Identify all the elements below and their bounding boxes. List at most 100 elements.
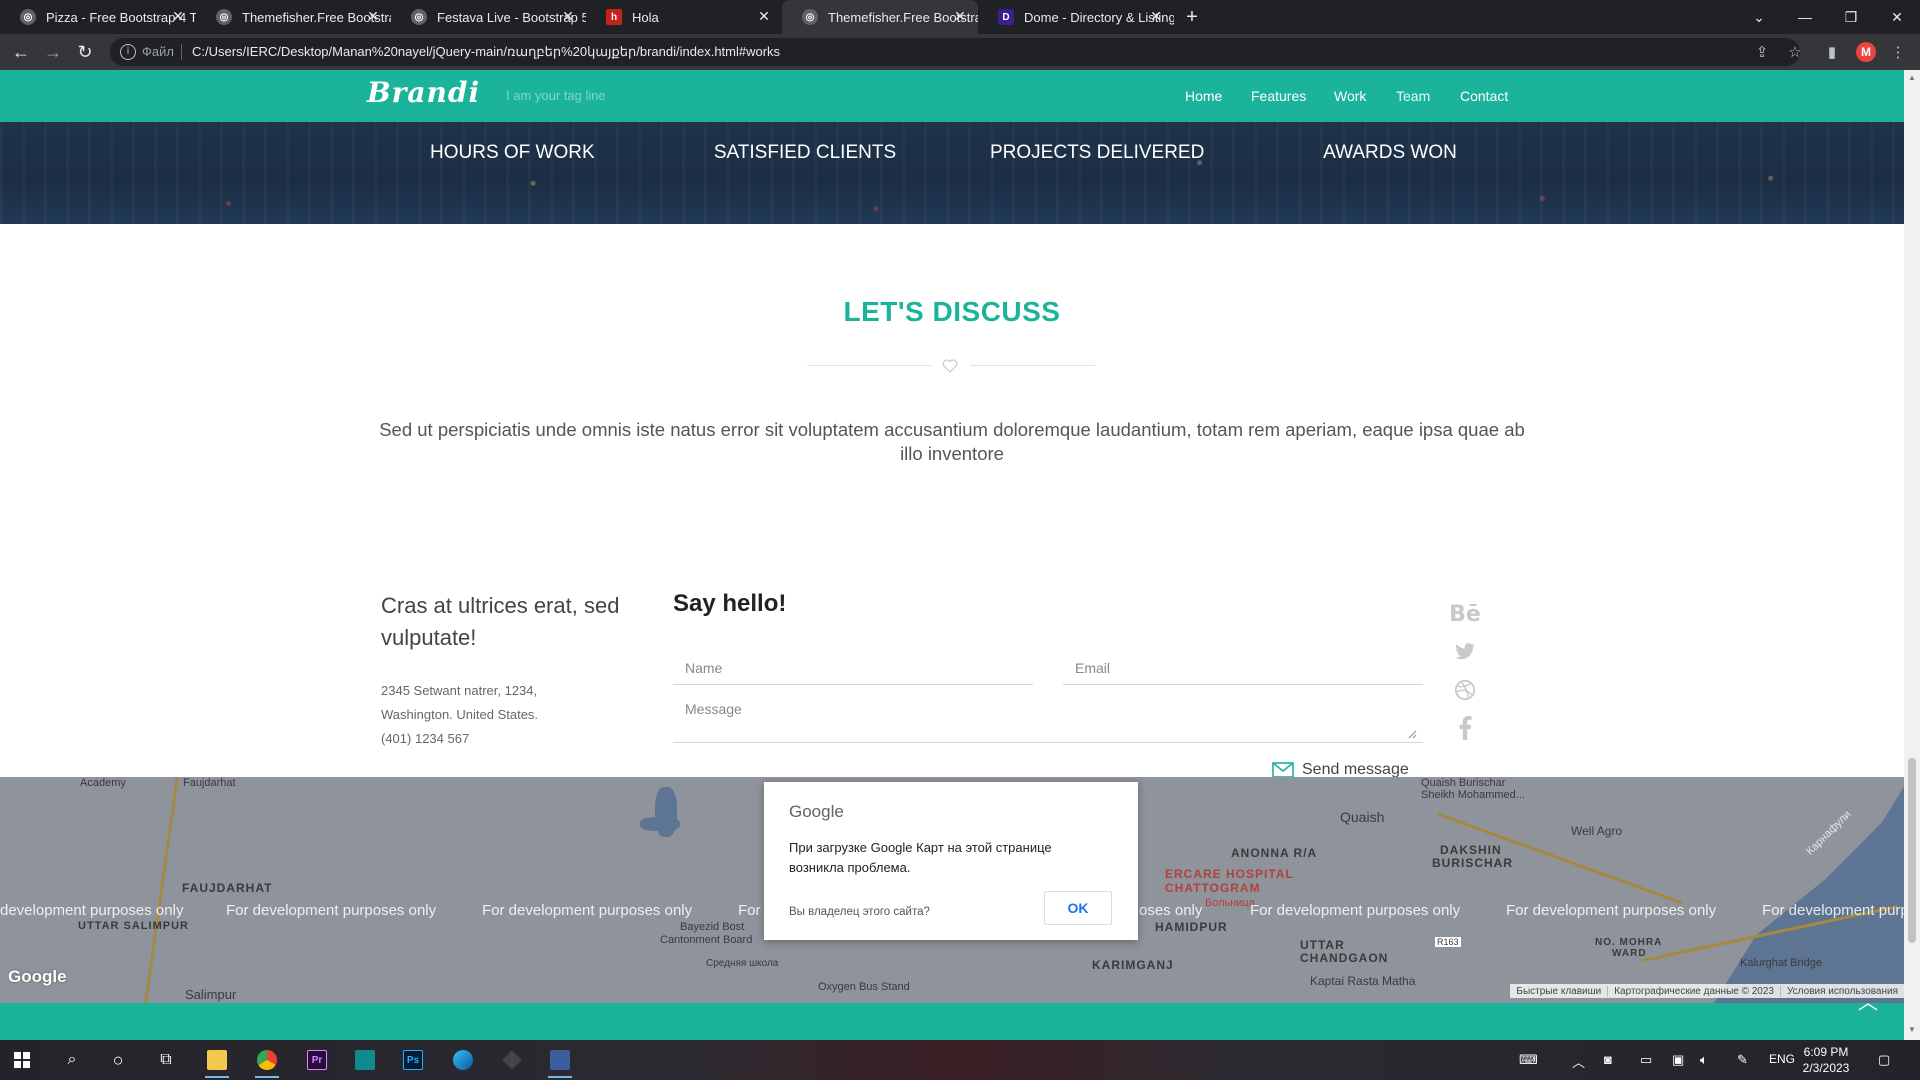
url-text[interactable]: C:/Users/IERC/Desktop/Manan%20nayel/jQue…: [192, 44, 780, 60]
back-to-top-chevron-icon[interactable]: ︿: [1856, 990, 1880, 1014]
resize-grip-icon[interactable]: [1407, 729, 1417, 739]
nav-features[interactable]: Features: [1251, 88, 1306, 104]
page-scrollbar[interactable]: ▲ ▼: [1904, 70, 1920, 1040]
app-icon[interactable]: [345, 1044, 385, 1076]
close-tab-icon[interactable]: ✕: [1148, 8, 1164, 24]
browser-tab[interactable]: ◎ Festava Live - Bootstrap 5 CSS Templat…: [391, 0, 586, 34]
name-input[interactable]: [673, 651, 1033, 685]
nav-work[interactable]: Work: [1334, 88, 1366, 104]
behance-icon[interactable]: Bē: [1449, 601, 1481, 627]
dribbble-icon[interactable]: [1451, 677, 1479, 703]
dev-watermark: For development purposes only: [482, 902, 693, 919]
nav-home[interactable]: Home: [1185, 88, 1222, 104]
close-tab-icon[interactable]: ✕: [170, 8, 186, 24]
site-navbar: Brandi I am your tag line Home Features …: [0, 70, 1904, 122]
dialog-message: При загрузке Google Карт на этой страниц…: [789, 840, 1052, 875]
nav-contact[interactable]: Contact: [1460, 88, 1508, 104]
email-input[interactable]: [1063, 651, 1423, 685]
dev-watermark: oses only: [1139, 902, 1203, 919]
globe-icon: ◎: [20, 9, 36, 25]
map-label: BURISCHAR: [1432, 856, 1513, 870]
tab-search-icon[interactable]: ⌄: [1736, 0, 1782, 34]
twitter-icon[interactable]: [1451, 639, 1479, 665]
browser-tab-active[interactable]: ◎ Themefisher.Free Bootstrap3 based ✕: [782, 0, 978, 34]
profile-avatar[interactable]: M: [1856, 42, 1876, 62]
map-label: Kalurghat Bridge: [1740, 957, 1822, 969]
browser-tab[interactable]: h Hola ✕: [586, 0, 782, 34]
close-tab-icon[interactable]: ✕: [756, 8, 772, 24]
stat-label: AWARDS WON: [1323, 142, 1457, 163]
scroll-up-arrow-icon[interactable]: ▲: [1908, 74, 1916, 82]
app2-icon[interactable]: [492, 1044, 532, 1076]
map-label: DAKSHIN: [1440, 843, 1502, 857]
map-label: Quaish: [1340, 809, 1385, 825]
owner-link[interactable]: Вы владелец этого сайта?: [789, 906, 930, 918]
network-icon[interactable]: ▭: [1640, 1052, 1652, 1068]
close-tab-icon[interactable]: ✕: [952, 8, 968, 24]
close-tab-icon[interactable]: ✕: [560, 8, 576, 24]
notifications-icon[interactable]: ▢: [1878, 1052, 1890, 1068]
keyboard-shortcuts-link[interactable]: Быстрые клавиши: [1510, 986, 1607, 997]
address-line: 2345 Setwant natrer, 1234,: [381, 683, 538, 698]
browser-tab[interactable]: ◎ Themefisher.Free Bootstrap3 based ✕: [196, 0, 391, 34]
restore-icon[interactable]: ❐: [1828, 0, 1874, 34]
globe-icon: ◎: [802, 9, 818, 25]
windows-start-icon[interactable]: [2, 1044, 42, 1076]
task-view-icon[interactable]: ⧉: [146, 1044, 186, 1076]
message-textarea[interactable]: [673, 693, 1423, 743]
browser-tab[interactable]: D Dome - Directory & Listing Template ✕: [978, 0, 1174, 34]
facebook-icon[interactable]: [1451, 715, 1479, 741]
photoshop-icon[interactable]: Ps: [393, 1044, 433, 1076]
browser-tab[interactable]: ◎ Pizza - Free Bootstrap 4 Template ✕: [0, 0, 196, 34]
address-bar[interactable]: i Файл C:/Users/IERC/Desktop/Manan%20nay…: [110, 38, 1800, 66]
battery-icon[interactable]: ▣: [1672, 1052, 1684, 1068]
map-attribution: Быстрые клавиши Картографические данные …: [1510, 984, 1904, 998]
search-icon[interactable]: ⌕: [52, 1044, 92, 1076]
reload-icon[interactable]: ↻: [73, 40, 97, 64]
brand-logo[interactable]: Brandi: [367, 76, 480, 109]
bookmark-star-icon[interactable]: ☆: [1785, 42, 1805, 62]
dialog-brand: Google: [789, 802, 844, 821]
keyboard-layout-icon[interactable]: ⌨: [1519, 1052, 1538, 1068]
kebab-menu-icon[interactable]: ⋮: [1888, 42, 1908, 62]
map-label: Well Agro: [1571, 824, 1623, 838]
system-clock[interactable]: 6:09 PM 2/3/2023: [1796, 1044, 1856, 1076]
close-window-icon[interactable]: ✕: [1874, 0, 1920, 34]
language-indicator[interactable]: ENG: [1769, 1052, 1795, 1066]
edge-icon[interactable]: [443, 1044, 483, 1076]
scroll-down-arrow-icon[interactable]: ▼: [1908, 1026, 1916, 1034]
nav-team[interactable]: Team: [1396, 88, 1430, 104]
pen-icon[interactable]: ✎: [1737, 1052, 1748, 1068]
scroll-thumb[interactable]: [1908, 758, 1916, 943]
app3-icon[interactable]: [540, 1044, 580, 1078]
google-map[interactable]: Academy Faujdarhat FAUJDARHAT UTTAR SALI…: [0, 777, 1904, 1003]
share-icon[interactable]: ⇪: [1752, 42, 1772, 62]
side-panel-icon[interactable]: ▮: [1822, 42, 1842, 62]
ok-button[interactable]: OK: [1044, 891, 1112, 925]
browser-tab-strip: ◎ Pizza - Free Bootstrap 4 Template ✕ ◎ …: [0, 0, 1920, 34]
map-error-dialog: Google При загрузке Google Карт на этой …: [764, 782, 1138, 940]
map-label: Oxygen Bus Stand: [818, 981, 910, 993]
map-label: Bayezid Bost: [680, 921, 745, 933]
info-icon[interactable]: i: [120, 44, 136, 60]
map-data-label: Картографические данные © 2023: [1607, 985, 1780, 997]
volume-icon[interactable]: 🔈︎: [1700, 1052, 1708, 1068]
premiere-icon[interactable]: Pr: [297, 1044, 337, 1076]
map-label: HAMIDPUR: [1155, 920, 1228, 934]
forward-arrow-icon[interactable]: →: [41, 40, 65, 64]
phone-number: (401) 1234 567: [381, 731, 470, 746]
tray-app-icon[interactable]: ◙: [1604, 1052, 1612, 1067]
clock-date: 2/3/2023: [1802, 1061, 1850, 1075]
show-hidden-icons-chevron-icon[interactable]: ︿: [1572, 1052, 1585, 1071]
chrome-icon[interactable]: [247, 1044, 287, 1078]
divider-line: [970, 365, 1095, 366]
back-arrow-icon[interactable]: ←: [9, 40, 33, 64]
close-tab-icon[interactable]: ✕: [365, 8, 381, 24]
dev-watermark: For development purposes only: [1250, 902, 1461, 919]
dev-watermark: development purposes only: [0, 902, 184, 919]
terms-link[interactable]: Условия использования: [1780, 985, 1904, 997]
new-tab-button[interactable]: +: [1176, 0, 1208, 34]
cortana-icon[interactable]: ○: [98, 1044, 138, 1076]
minimize-icon[interactable]: —: [1782, 0, 1828, 34]
file-explorer-icon[interactable]: [197, 1044, 237, 1078]
